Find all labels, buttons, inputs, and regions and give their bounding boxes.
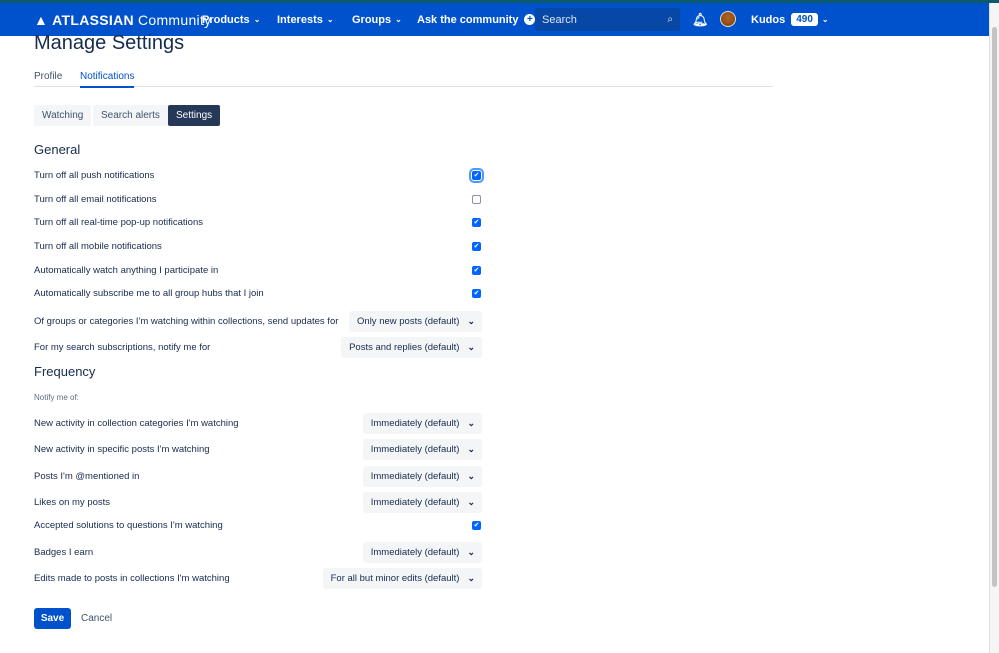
chevron-down-icon: ⌄: [254, 15, 261, 24]
chevron-down-icon: ⌄: [467, 497, 475, 508]
chevron-down-icon: ⌄: [395, 15, 402, 24]
setting-label: Accepted solutions to questions I'm watc…: [34, 520, 223, 531]
setting-label: New activity in specific posts I'm watch…: [34, 444, 210, 455]
setting-label: Turn off all real-time pop-up notificati…: [34, 217, 203, 228]
setting-label: Of groups or categories I'm watching wit…: [34, 316, 338, 327]
subtab-settings[interactable]: Settings: [168, 105, 220, 126]
mentions-select[interactable]: Immediately (default) ⌄: [363, 466, 482, 487]
tab-notifications[interactable]: Notifications: [80, 71, 134, 88]
likes-select[interactable]: Immediately (default) ⌄: [363, 492, 482, 513]
setting-label: Turn off all email notifications: [34, 194, 157, 205]
setting-row: Edits made to posts in collections I'm w…: [34, 566, 482, 590]
mobile-notifications-checkbox[interactable]: ✔: [472, 242, 481, 251]
popup-notifications-checkbox[interactable]: ✔: [472, 218, 481, 227]
badges-select[interactable]: Immediately (default) ⌄: [363, 542, 482, 563]
nav-interests-label: Interests: [277, 14, 323, 26]
nav-ask-label: Ask the community: [417, 14, 518, 26]
select-value: Posts and replies (default): [349, 342, 459, 353]
search-input[interactable]: Search ⌕: [535, 8, 680, 31]
setting-label: Badges I earn: [34, 547, 93, 558]
chevron-down-icon: ⌄: [467, 573, 475, 584]
select-value: Immediately (default): [371, 547, 460, 558]
kudos-label: Kudos: [751, 14, 785, 26]
notify-me-of-label: Notify me of:: [34, 393, 79, 402]
select-value: Immediately (default): [371, 497, 460, 508]
setting-row: For my search subscriptions, notify me f…: [34, 335, 482, 359]
setting-label: Edits made to posts in collections I'm w…: [34, 573, 230, 584]
chevron-down-icon: ⌄: [467, 471, 475, 482]
brand: ATLASSIAN: [52, 12, 134, 28]
chevron-down-icon: ⌄: [822, 15, 829, 24]
setting-row: Turn off all email notifications: [34, 187, 482, 211]
setting-label: Likes on my posts: [34, 497, 110, 508]
auto-watch-checkbox[interactable]: ✔: [472, 266, 481, 275]
setting-row: Likes on my posts Immediately (default) ⌄: [34, 490, 482, 514]
kudos-count-badge: 490: [791, 13, 818, 26]
frequency-heading: Frequency: [34, 364, 95, 379]
setting-row: Accepted solutions to questions I'm watc…: [34, 513, 482, 537]
setting-row: Of groups or categories I'm watching wit…: [34, 309, 482, 333]
subtab-watching[interactable]: Watching: [34, 105, 91, 126]
post-activity-select[interactable]: Immediately (default) ⌄: [363, 439, 482, 460]
tab-profile[interactable]: Profile: [34, 71, 62, 82]
setting-label: Automatically watch anything I participa…: [34, 265, 218, 276]
settings-tabs: Profile Notifications: [34, 68, 773, 87]
nav-interests[interactable]: Interests ⌄: [277, 3, 334, 36]
select-value: Immediately (default): [371, 418, 460, 429]
setting-label: For my search subscriptions, notify me f…: [34, 342, 210, 353]
search-subscriptions-select[interactable]: Posts and replies (default) ⌄: [341, 337, 482, 358]
select-value: Immediately (default): [371, 471, 460, 482]
general-heading: General: [34, 142, 80, 157]
setting-label: Turn off all push notifications: [34, 170, 154, 181]
collection-activity-select[interactable]: Immediately (default) ⌄: [363, 413, 482, 434]
setting-row: Posts I'm @mentioned in Immediately (defa…: [34, 464, 482, 488]
setting-row: Automatically watch anything I participa…: [34, 258, 482, 282]
collection-updates-select[interactable]: Only new posts (default) ⌄: [349, 311, 482, 332]
setting-label: Posts I'm @mentioned in: [34, 471, 139, 482]
setting-row: New activity in specific posts I'm watch…: [34, 437, 482, 461]
nav-products-label: Products: [202, 14, 250, 26]
logo-icon: ▲: [34, 12, 48, 28]
chevron-down-icon: ⌄: [467, 342, 475, 353]
brand-sub: Community: [138, 12, 212, 28]
nav-groups-label: Groups: [352, 14, 391, 26]
search-icon: ⌕: [667, 14, 673, 25]
edits-select[interactable]: For all but minor edits (default) ⌄: [323, 568, 482, 589]
setting-row: Turn off all mobile notifications ✔: [34, 234, 482, 258]
select-value: Only new posts (default): [357, 316, 459, 327]
scrollbar[interactable]: [989, 3, 999, 653]
chevron-down-icon: ⌄: [467, 418, 475, 429]
setting-row: Turn off all push notifications ✔: [34, 163, 482, 187]
auto-subscribe-checkbox[interactable]: ✔: [472, 289, 481, 298]
cancel-button[interactable]: Cancel: [81, 608, 112, 629]
chevron-down-icon: ⌄: [467, 547, 475, 558]
setting-row: Turn off all real-time pop-up notificati…: [34, 210, 482, 234]
setting-label: New activity in collection categories I'…: [34, 418, 239, 429]
setting-row: New activity in collection categories I'…: [34, 411, 482, 435]
accepted-solutions-checkbox[interactable]: ✔: [472, 521, 481, 530]
nav-groups[interactable]: Groups ⌄: [352, 3, 402, 36]
notifications-icon[interactable]: 🔔︎: [692, 3, 709, 36]
chevron-down-icon: ⌄: [467, 444, 475, 455]
email-notifications-checkbox[interactable]: [472, 195, 481, 204]
setting-row: Badges I earn Immediately (default) ⌄: [34, 540, 482, 564]
select-value: For all but minor edits (default): [331, 573, 460, 584]
avatar[interactable]: [720, 11, 736, 27]
setting-label: Automatically subscribe me to all group …: [34, 288, 264, 299]
scrollbar-thumb[interactable]: [992, 27, 997, 587]
subtab-search-alerts[interactable]: Search alerts: [93, 105, 168, 126]
search-placeholder: Search: [542, 14, 577, 26]
select-value: Immediately (default): [371, 444, 460, 455]
setting-row: Automatically subscribe me to all group …: [34, 281, 482, 305]
page-title: Manage Settings: [34, 32, 184, 55]
chevron-down-icon: ⌄: [327, 15, 334, 24]
nav-ask-community[interactable]: Ask the community +: [417, 3, 535, 36]
chevron-down-icon: ⌄: [467, 316, 475, 327]
setting-label: Turn off all mobile notifications: [34, 241, 162, 252]
nav-products[interactable]: Products ⌄: [202, 3, 260, 36]
plus-circle-icon: +: [524, 14, 535, 25]
save-button[interactable]: Save: [34, 608, 71, 629]
push-notifications-checkbox[interactable]: ✔: [472, 171, 481, 180]
kudos-menu[interactable]: Kudos 490 ⌄: [751, 3, 829, 36]
